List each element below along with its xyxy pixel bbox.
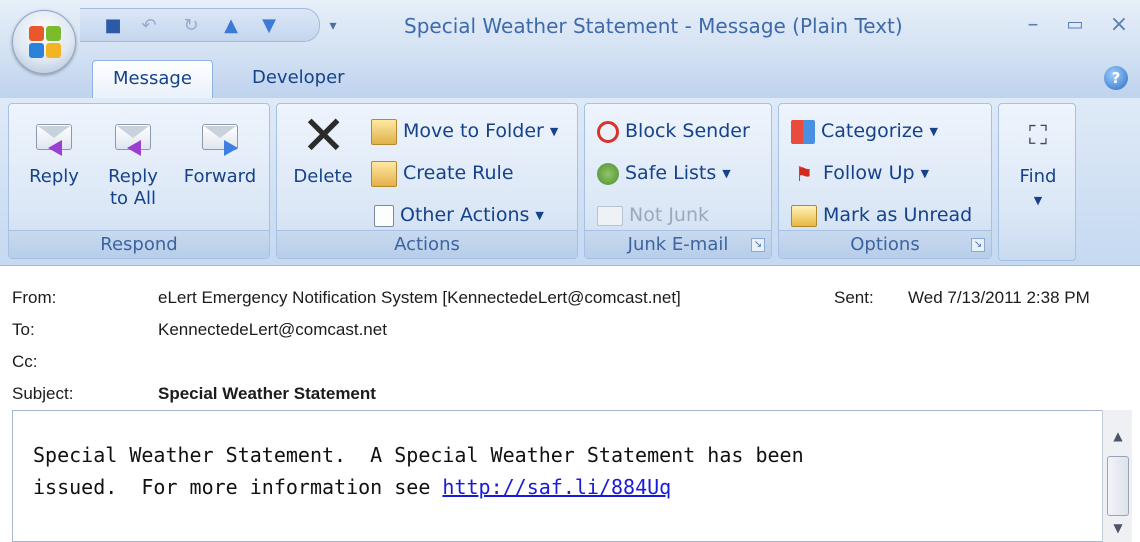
reply-icon <box>32 114 76 158</box>
safe-lists-button[interactable]: Safe Lists ▼ <box>597 156 731 190</box>
outlook-message-window: ■ ↶ ↻ ▲ ▼ ▾ Special Weather Statement - … <box>0 0 1140 542</box>
reply-label: Reply <box>29 166 79 187</box>
group-options: Categorize ▼ ⚑ Follow Up ▼ Mark as Unread O… <box>778 103 992 259</box>
find-label: Find <box>1019 166 1057 187</box>
previous-item-icon[interactable]: ▲ <box>220 15 242 37</box>
not-junk-button[interactable]: Not Junk <box>597 198 709 232</box>
office-button[interactable] <box>12 10 76 74</box>
window-title: Special Weather Statement - Message (Pla… <box>404 14 903 38</box>
title-bar: ■ ↶ ↻ ▲ ▼ ▾ Special Weather Statement - … <box>0 0 1140 54</box>
junk-email-dialog-launcher[interactable]: ↘ <box>751 238 765 252</box>
subject-value: Special Weather Statement <box>158 384 376 403</box>
junk-email-group-label: Junk E-mail <box>585 230 771 258</box>
follow-up-button[interactable]: ⚑ Follow Up ▼ <box>791 156 929 190</box>
create-rule-label: Create Rule <box>403 162 514 184</box>
delete-button[interactable]: ✕ Delete <box>283 104 363 188</box>
block-sender-label: Block Sender <box>625 120 750 142</box>
group-junk-email: Block Sender Safe Lists ▼ Not Junk Junk E… <box>584 103 772 259</box>
delete-x-icon: ✕ <box>301 104 347 167</box>
body-line-2: issued. For more information see <box>33 475 443 499</box>
delete-label: Delete <box>293 166 353 187</box>
sent-label: Sent: <box>834 288 874 307</box>
find-button[interactable]: ⛶ Find ▼ <box>1003 114 1073 212</box>
respond-group-label: Respond <box>9 230 269 258</box>
customize-qat-icon[interactable]: ▾ <box>322 15 344 37</box>
office-logo-icon <box>29 26 61 58</box>
group-actions: ✕ Delete Move to Folder ▼ Create Rule Oth… <box>276 103 578 259</box>
create-rule-button[interactable]: Create Rule <box>371 156 514 190</box>
forward-label: Forward <box>183 166 257 187</box>
ribbon-tab-row: Message Developer ? <box>0 54 1140 98</box>
move-to-folder-button[interactable]: Move to Folder ▼ <box>371 114 558 148</box>
from-value[interactable]: eLert Emergency Notification System [Ken… <box>158 288 681 308</box>
info-link[interactable]: http://saf.li/884Uq <box>442 475 671 499</box>
group-respond: Reply Reply to All Forward Respond <box>8 103 270 259</box>
mark-as-unread-label: Mark as Unread <box>823 204 973 226</box>
minimize-button[interactable]: – <box>1018 10 1048 40</box>
reply-all-button[interactable]: Reply to All <box>95 114 171 210</box>
close-button[interactable]: × <box>1104 10 1134 40</box>
mark-as-unread-icon <box>791 204 817 227</box>
next-item-icon[interactable]: ▼ <box>258 15 280 37</box>
subject-label: Subject: <box>12 384 74 403</box>
find-dropdown-icon: ▼ <box>1033 194 1043 207</box>
block-sender-button[interactable]: Block Sender <box>597 114 750 148</box>
redo-icon[interactable]: ↻ <box>180 15 202 37</box>
quick-access-toolbar: ■ ↶ ↻ ▲ ▼ ▾ <box>80 8 337 42</box>
maximize-button[interactable]: ▭ <box>1060 10 1090 40</box>
block-sender-icon <box>597 120 619 143</box>
other-actions-label: Other Actions <box>400 204 530 226</box>
options-dialog-launcher[interactable]: ↘ <box>971 238 985 252</box>
to-label: To: <box>12 320 35 339</box>
other-actions-button[interactable]: Other Actions ▼ <box>371 198 544 232</box>
binoculars-icon: ⛶ <box>1028 121 1048 151</box>
safe-lists-icon <box>597 162 619 185</box>
ribbon: Reply Reply to All Forward Respond ✕ Del… <box>0 98 1140 266</box>
save-icon[interactable]: ■ <box>102 15 124 37</box>
scroll-thumb[interactable] <box>1107 456 1129 516</box>
actions-group-label: Actions <box>277 230 577 258</box>
follow-up-label: Follow Up <box>823 162 915 184</box>
undo-icon[interactable]: ↶ <box>138 15 160 37</box>
group-find: ⛶ Find ▼ <box>998 103 1076 261</box>
create-rule-icon <box>371 160 397 187</box>
other-actions-icon <box>374 204 394 227</box>
not-junk-label: Not Junk <box>629 204 710 226</box>
reply-button[interactable]: Reply <box>19 114 89 188</box>
categorize-icon <box>791 119 815 144</box>
categorize-button[interactable]: Categorize ▼ <box>791 114 938 148</box>
reply-all-label-line2: to All <box>109 188 157 209</box>
safe-lists-label: Safe Lists <box>625 162 717 184</box>
forward-button[interactable]: Forward <box>175 114 265 188</box>
to-value[interactable]: KennectedeLert@comcast.net <box>158 320 387 340</box>
forward-icon <box>198 114 242 158</box>
help-icon[interactable]: ? <box>1104 66 1128 90</box>
tab-developer[interactable]: Developer <box>232 60 365 98</box>
follow-up-flag-icon: ⚑ <box>795 161 813 186</box>
categorize-label: Categorize <box>821 120 924 142</box>
not-junk-icon <box>597 205 623 226</box>
scroll-up-icon[interactable]: ▲ <box>1109 428 1127 444</box>
cc-label: Cc: <box>12 352 38 371</box>
from-label: From: <box>12 288 57 307</box>
vertical-scrollbar[interactable]: ▲ ▼ <box>1102 410 1132 542</box>
message-body[interactable]: Special Weather Statement. A Special Wea… <box>12 410 1114 542</box>
reply-all-icon <box>111 114 155 158</box>
scroll-down-icon[interactable]: ▼ <box>1109 520 1127 536</box>
move-to-folder-label: Move to Folder <box>403 120 544 142</box>
message-header: From: eLert Emergency Notification Syste… <box>0 266 1140 410</box>
move-folder-icon <box>371 118 397 145</box>
tab-message[interactable]: Message <box>92 60 213 98</box>
mark-as-unread-button[interactable]: Mark as Unread <box>791 198 972 232</box>
message-text: Special Weather Statement. A Special Wea… <box>33 439 804 503</box>
reply-all-label-line1: Reply <box>108 166 158 187</box>
sent-value: Wed 7/13/2011 2:38 PM <box>908 288 1090 307</box>
options-group-label: Options <box>779 230 991 258</box>
body-line-1: Special Weather Statement. A Special Wea… <box>33 443 804 467</box>
